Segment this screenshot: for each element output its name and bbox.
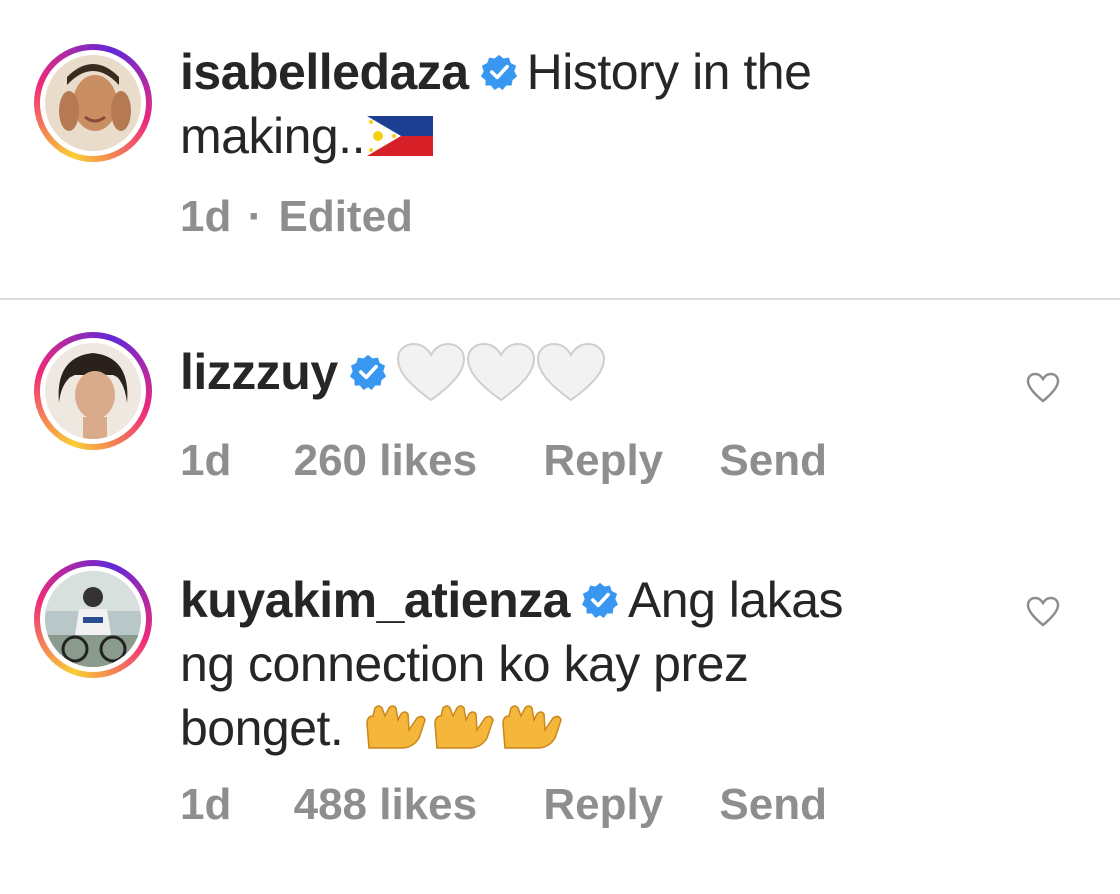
comment-text-line3: bonget. <box>180 700 344 756</box>
avatar-story-ring[interactable] <box>34 560 152 678</box>
comment-meta: 1d 260 likes Reply Send <box>180 436 827 486</box>
caption-meta: 1d · Edited <box>180 192 811 242</box>
send-button[interactable]: Send <box>719 436 827 486</box>
avatar-story-ring[interactable] <box>34 44 152 162</box>
caption-text-line2: making.. <box>180 108 365 164</box>
philippines-flag-icon <box>366 115 433 156</box>
avatar[interactable] <box>45 55 141 151</box>
username[interactable]: isabelledaza <box>180 44 469 100</box>
reply-button[interactable]: Reply <box>543 436 663 486</box>
avatar[interactable] <box>45 571 141 667</box>
reply-button[interactable]: Reply <box>543 780 663 830</box>
caption-text-line1: History in the <box>526 44 812 100</box>
username[interactable]: lizzzuy <box>180 344 338 400</box>
edited-label: Edited <box>278 192 413 241</box>
avatar[interactable] <box>45 343 141 439</box>
divider <box>0 298 1120 300</box>
instagram-comments: isabelledaza History in the making.. 1d ·… <box>0 0 1120 894</box>
verified-badge-icon <box>480 54 517 90</box>
likes-count[interactable]: 260 likes <box>294 436 478 486</box>
comment-text-line1: Ang lakas <box>627 572 844 628</box>
like-heart-icon[interactable] <box>1026 596 1060 628</box>
comment-text-line2: ng connection ko kay prez <box>180 636 749 692</box>
avatar-story-ring[interactable] <box>34 332 152 450</box>
verified-badge-icon <box>581 582 618 618</box>
username[interactable]: kuyakim_atienza <box>180 572 570 628</box>
timestamp: 1d <box>180 435 232 485</box>
likes-count[interactable]: 488 likes <box>294 780 478 830</box>
separator-dot: · <box>247 192 263 241</box>
comment-meta: 1d 488 likes Reply Send <box>180 780 843 830</box>
raising-hands-icon <box>365 705 562 749</box>
verified-badge-icon <box>349 354 386 390</box>
like-heart-icon[interactable] <box>1026 372 1060 404</box>
timestamp: 1d <box>180 780 232 829</box>
white-heart-icon <box>396 342 605 402</box>
timestamp: 1d <box>180 192 232 241</box>
send-button[interactable]: Send <box>719 780 827 830</box>
